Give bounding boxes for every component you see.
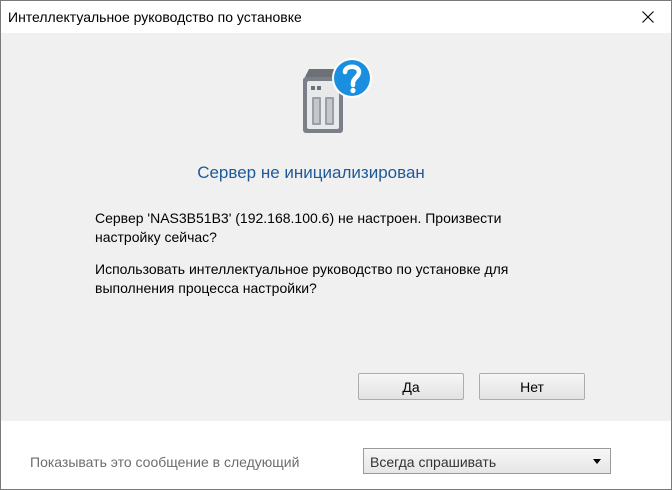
show-message-label: Показывать это сообщение в следующий [30,454,300,470]
message-use-wizard: Использовать интеллектуальное руководств… [95,261,509,296]
dialog-window: Интеллектуальное руководство по установк… [0,0,672,490]
yes-button[interactable]: Да [358,373,464,400]
message-not-configured: Сервер 'NAS3B51B3' (192.168.100.6) не на… [95,210,502,245]
nas-question-icon [303,58,372,133]
no-button[interactable]: Нет [479,373,585,400]
dialog-heading: Сервер не инициализирован [197,163,425,182]
show-message-select[interactable]: Всегда спрашивать [363,448,611,474]
dialog-content: Сервер не инициализирован Сервер 'NAS3B5… [1,33,671,421]
close-icon [642,11,654,23]
chevron-down-icon [593,459,601,464]
select-value: Всегда спрашивать [370,454,497,470]
dialog-footer: Показывать это сообщение в следующий Все… [1,421,671,489]
window-title: Интеллектуальное руководство по установк… [8,9,302,25]
close-button[interactable] [625,1,671,33]
title-bar: Интеллектуальное руководство по установк… [1,1,671,33]
